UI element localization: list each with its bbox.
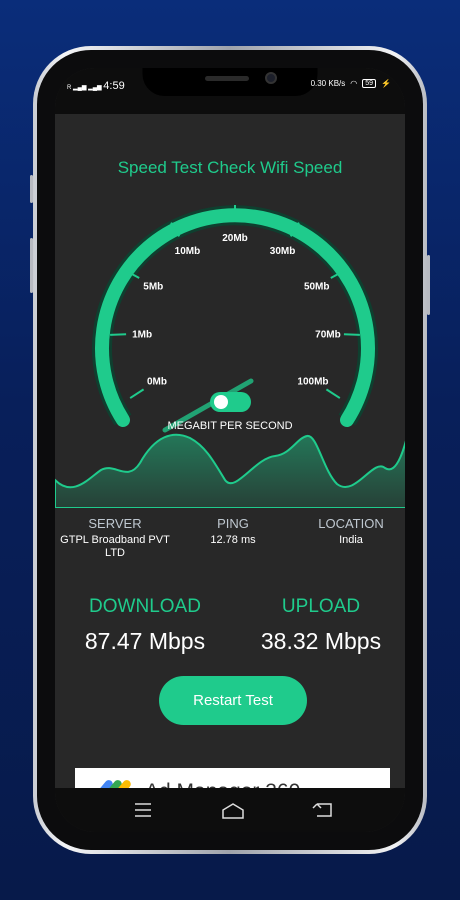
download-label: DOWNLOAD — [89, 596, 201, 617]
front-camera-icon — [265, 72, 277, 84]
server-label: SERVER — [88, 516, 142, 531]
status-bar: R ▂▄▆ ▂▄▆ 4:59 0.30 KB/s ◠ 59 ⚡ — [55, 68, 405, 114]
nav-buttons — [135, 803, 332, 819]
wifi-icon: ◠ — [350, 79, 358, 88]
notch — [142, 68, 318, 96]
gauge-tick — [110, 333, 127, 336]
network-speed: 0.30 KB/s — [310, 79, 346, 88]
phone-side-button — [30, 175, 33, 203]
charging-icon: ⚡ — [381, 79, 391, 88]
gauge-tick-label: 30Mb — [270, 246, 296, 257]
gauge-tick-label: 100Mb — [297, 377, 328, 388]
status-time: R ▂▄▆ ▂▄▆ 4:59 — [67, 80, 125, 92]
server-info: SERVER GTPL Broadband PVT LTD — [55, 516, 175, 560]
server-value: GTPL Broadband PVT LTD — [60, 534, 170, 559]
gauge-tick-label: 20Mb — [222, 233, 248, 244]
gauge-tick-label: 70Mb — [315, 330, 341, 341]
restart-test-button[interactable]: Restart Test — [159, 676, 307, 725]
ping-value: 12.78 ms — [210, 534, 256, 546]
signal-icon: R ▂▄▆ ▂▄▆ — [67, 85, 104, 91]
toggle-knob — [214, 395, 228, 409]
home-icon[interactable] — [222, 803, 244, 819]
ping-label: PING — [217, 516, 249, 531]
gauge-tick-label: 1Mb — [132, 330, 152, 341]
app-title: Speed Test Check Wifi Speed — [117, 158, 343, 177]
battery-icon: 59 — [362, 79, 377, 88]
phone-frame: R ▂▄▆ ▂▄▆ 4:59 0.30 KB/s ◠ 59 ⚡ Speed Te… — [33, 46, 427, 854]
phone-power-button — [427, 255, 430, 315]
gauge-tick — [343, 333, 360, 336]
phone-volume-button — [30, 238, 33, 293]
gauge-tick-label: 5Mb — [143, 282, 163, 293]
download-value: 87.47 Mbps — [84, 628, 206, 654]
upload-value: 38.32 Mbps — [260, 628, 382, 654]
location-label: LOCATION — [318, 516, 384, 531]
download-result: DOWNLOAD 87.47 Mbps — [55, 596, 235, 655]
phone-bezel: R ▂▄▆ ▂▄▆ 4:59 0.30 KB/s ◠ 59 ⚡ Speed Te… — [37, 50, 423, 850]
app-screen: R ▂▄▆ ▂▄▆ 4:59 0.30 KB/s ◠ 59 ⚡ Speed Te… — [55, 68, 405, 832]
gauge-labels: 0Mb 1Mb 5Mb 10Mb 20Mb 30Mb 50Mb 70Mb 100Mb — [132, 233, 341, 388]
location-info: LOCATION India — [291, 516, 405, 547]
earpiece-speaker — [205, 76, 249, 81]
wave-fill — [55, 433, 405, 508]
gauge-tick-label: 0Mb — [147, 377, 167, 388]
speed-wave-graph — [55, 433, 405, 508]
upload-label: UPLOAD — [281, 596, 361, 617]
upload-result: UPLOAD 38.32 Mbps — [231, 596, 405, 655]
gauge-tick — [129, 388, 145, 399]
location-value: India — [339, 534, 363, 546]
ping-info: PING 12.78 ms — [173, 516, 293, 547]
back-icon[interactable] — [312, 803, 332, 817]
gauge-tick-label: 50Mb — [304, 282, 330, 293]
status-right: 0.30 KB/s ◠ 59 ⚡ — [311, 79, 391, 88]
gauge-tick-label: 10Mb — [175, 246, 201, 257]
gauge-tick — [325, 388, 341, 399]
recents-icon[interactable] — [135, 803, 151, 817]
system-nav-bar — [55, 788, 405, 832]
